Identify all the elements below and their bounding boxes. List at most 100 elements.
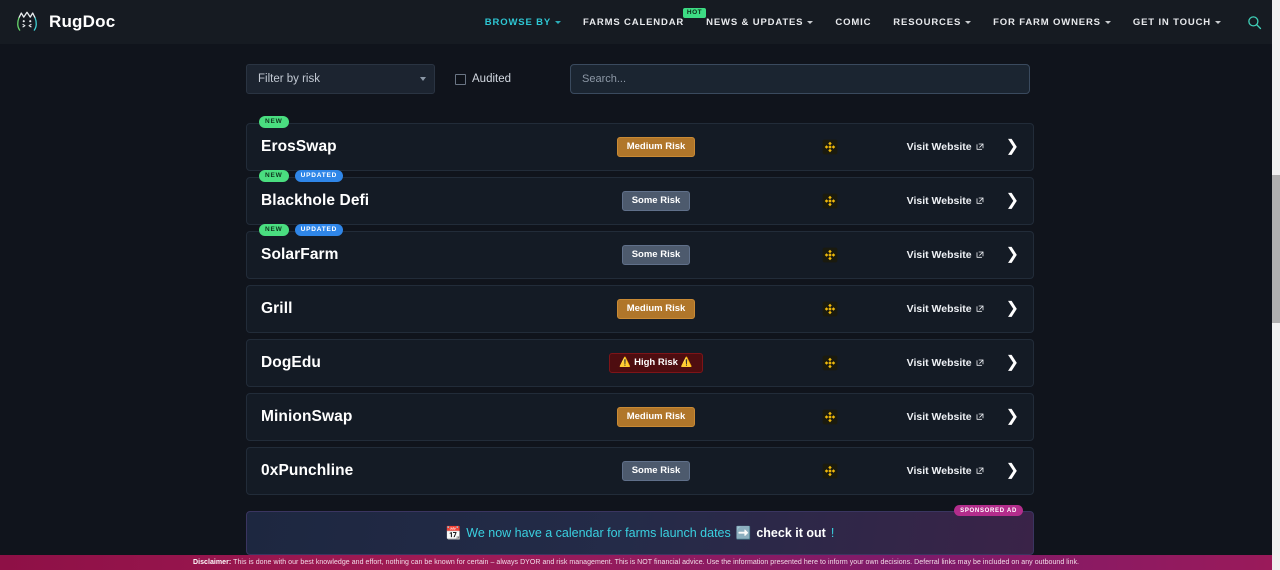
ad-cta-suffix: ! (830, 526, 835, 540)
chain-cell (755, 139, 905, 155)
tag-new: NEW (259, 170, 289, 182)
risk-cell: Medium Risk (557, 137, 755, 157)
search-icon[interactable] (1247, 15, 1262, 30)
project-name: 0xPunchline (261, 462, 354, 479)
ad-message: We now have a calendar for farms launch … (466, 526, 731, 540)
ad-cta-link[interactable]: check it out (756, 526, 825, 540)
chevron-down-icon (965, 21, 972, 24)
risk-badge: Some Risk (621, 245, 691, 265)
nav-item-for-farm-owners[interactable]: FOR FARM OWNERS (993, 17, 1111, 28)
page-body: Filter by risk Audited Search... NEW Ero… (0, 44, 1280, 570)
visit-website-link[interactable]: Visit Website (907, 303, 984, 315)
risk-badge: Medium Risk (616, 137, 696, 157)
nav-item-resources[interactable]: RESOURCES (893, 17, 972, 28)
brand-logo-link[interactable]: RugDoc (14, 9, 115, 35)
nav-item-comic[interactable]: COMIC (835, 17, 871, 28)
hot-badge: HOT (682, 7, 707, 18)
chevron-right-icon[interactable]: ❯ (1006, 463, 1019, 479)
visit-website-link[interactable]: Visit Website (907, 465, 984, 477)
chain-cell (755, 193, 905, 209)
chevron-right-icon[interactable]: ❯ (1006, 139, 1019, 155)
nav-item-news-updates[interactable]: NEWS & UPDATES (706, 17, 814, 28)
chevron-right-icon[interactable]: ❯ (1006, 355, 1019, 371)
nav-item-browse-by[interactable]: BROWSE BY (484, 16, 562, 28)
external-link-icon (976, 359, 983, 366)
chain-cell (755, 463, 905, 479)
bnb-chain-icon (822, 247, 838, 263)
chevron-down-icon (1215, 21, 1221, 24)
audited-checkbox[interactable] (455, 73, 466, 85)
tag-updated: UPDATED (294, 224, 344, 236)
search-placeholder: Search... (582, 73, 627, 85)
chevron-right-icon[interactable]: ❯ (1006, 193, 1019, 209)
project-row[interactable]: MinionSwap Medium Risk Visit Website ❯ (246, 393, 1034, 441)
risk-cell: Medium Risk (557, 407, 755, 427)
external-link-icon (976, 251, 983, 258)
visit-website-label: Visit Website (906, 141, 972, 153)
visit-website-link[interactable]: Visit Website (907, 411, 984, 423)
project-row[interactable]: NEW ErosSwap Medium Risk Visit Website ❯ (246, 116, 1034, 171)
project-row[interactable]: Grill Medium Risk Visit Website ❯ (246, 285, 1034, 333)
project-tags: NEW UPDATED (259, 224, 344, 236)
audited-label: Audited (472, 73, 512, 85)
risk-badge-label: High Risk (634, 357, 678, 369)
sponsored-ad-badge: SPONSORED AD (954, 505, 1023, 516)
cat-face-logo-icon (14, 9, 40, 35)
visit-website-link[interactable]: Visit Website (907, 195, 984, 207)
calendar-icon: 📆 (445, 525, 462, 540)
visit-website-link[interactable]: Visit Website (907, 249, 984, 261)
risk-cell: Some Risk (557, 461, 755, 481)
bnb-chain-icon (822, 409, 838, 425)
nav-label: BROWSE BY (484, 16, 552, 28)
page-scrollbar[interactable] (1272, 0, 1280, 570)
visit-cell: Visit Website ❯ (905, 247, 1019, 263)
audited-checkbox-wrap[interactable]: Audited (455, 73, 511, 85)
sponsored-ad-banner[interactable]: 📆 We now have a calendar for farms launc… (246, 505, 1034, 555)
disclaimer-body: This is done with our best knowledge and… (231, 559, 1080, 566)
risk-badge: Medium Risk (616, 299, 696, 319)
search-input[interactable]: Search... (570, 64, 1031, 94)
risk-badge: ⚠️ High Risk ⚠️ (609, 353, 703, 373)
bnb-chain-icon (822, 193, 838, 209)
chevron-right-icon[interactable]: ❯ (1006, 409, 1019, 425)
risk-cell: ⚠️ High Risk ⚠️ (557, 353, 755, 373)
disclaimer-prefix: Disclaimer: (192, 559, 232, 566)
external-link-icon (976, 413, 983, 420)
project-row[interactable]: DogEdu ⚠️ High Risk ⚠️ Visit Website ❯ (246, 339, 1034, 387)
visit-website-label: Visit Website (906, 195, 972, 207)
risk-cell: Some Risk (557, 191, 755, 211)
project-row[interactable]: NEW UPDATED SolarFarm Some Risk Visit We… (246, 224, 1034, 279)
visit-website-label: Visit Website (906, 303, 972, 315)
tag-new: NEW (259, 116, 289, 128)
nav-label: FARMS CALENDAR (583, 16, 685, 28)
scrollbar-thumb[interactable] (1272, 175, 1280, 323)
visit-website-link[interactable]: Visit Website (907, 141, 984, 153)
disclaimer-bar: Disclaimer: This is done with our best k… (0, 555, 1272, 570)
visit-cell: Visit Website ❯ (905, 409, 1019, 425)
chevron-right-icon[interactable]: ❯ (1006, 247, 1019, 263)
arrow-right-icon: ➡️ (735, 525, 752, 540)
external-link-icon (976, 197, 983, 204)
chevron-right-icon[interactable]: ❯ (1006, 301, 1019, 317)
visit-website-label: Visit Website (906, 357, 972, 369)
chevron-down-icon (555, 21, 562, 24)
visit-website-label: Visit Website (906, 465, 972, 477)
chevron-down-icon (807, 21, 814, 24)
visit-website-label: Visit Website (906, 249, 972, 261)
project-name: MinionSwap (261, 408, 353, 425)
external-link-icon (976, 467, 983, 474)
nav-item-farms-calendar[interactable]: FARMS CALENDAR HOT (583, 7, 707, 28)
bnb-chain-icon (822, 301, 838, 317)
project-row[interactable]: 0xPunchline Some Risk Visit Website ❯ (246, 447, 1034, 495)
risk-filter-select[interactable]: Filter by risk (246, 64, 435, 94)
nav-item-get-in-touch[interactable]: GET IN TOUCH (1133, 17, 1221, 28)
external-link-icon (976, 305, 983, 312)
project-row[interactable]: NEW UPDATED Blackhole Defi Some Risk Vis… (246, 170, 1034, 225)
bnb-chain-icon (822, 139, 838, 155)
visit-website-link[interactable]: Visit Website (907, 357, 984, 369)
site-header: RugDoc BROWSE BY FARMS CALENDAR HOT NEWS… (0, 0, 1280, 44)
chain-cell (755, 301, 905, 317)
risk-cell: Some Risk (557, 245, 755, 265)
nav-label: GET IN TOUCH (1132, 16, 1211, 28)
tag-updated: UPDATED (294, 170, 344, 182)
